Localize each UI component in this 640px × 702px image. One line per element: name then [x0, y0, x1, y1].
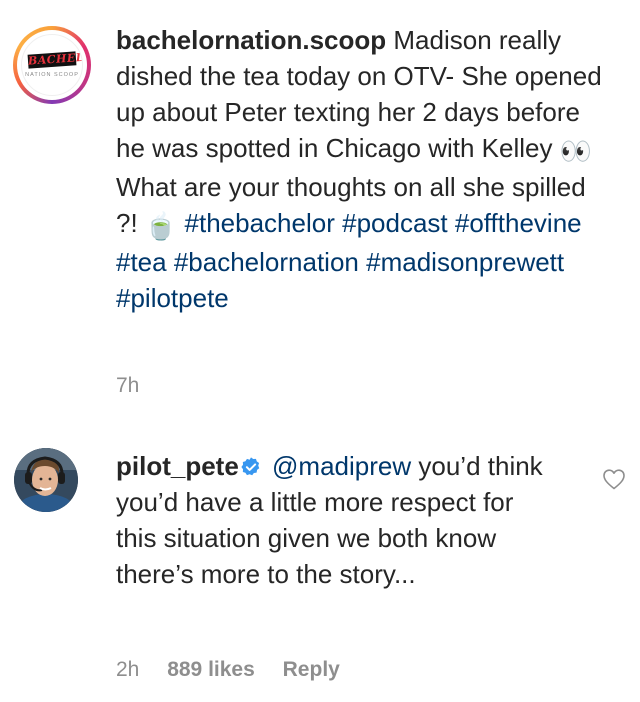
- reply-comment: pilot_pete @madiprew you’d think you’d h…: [0, 446, 640, 696]
- verified-badge-icon: [241, 457, 260, 476]
- reply-meta: 2h 889 likes Reply: [116, 658, 362, 682]
- reply-timestamp[interactable]: 2h: [116, 658, 139, 681]
- hashtag-tea[interactable]: #tea: [116, 247, 167, 277]
- reply-likes[interactable]: 889 likes: [167, 658, 255, 681]
- hashtag-podcast[interactable]: #podcast: [342, 208, 448, 238]
- bachelor-nation-logo: BACHELOR NATION SCOOP: [21, 34, 83, 96]
- pilot-pete-photo: [14, 448, 78, 512]
- logo-main-text: BACHELOR: [27, 49, 83, 69]
- caption-avatar[interactable]: BACHELOR NATION SCOOP: [13, 26, 91, 104]
- hashtag-pilotpete[interactable]: #pilotpete: [116, 283, 229, 313]
- reply-text: pilot_pete @madiprew you’d think you’d h…: [116, 448, 560, 592]
- hashtag-madisonprewett[interactable]: #madisonprewett: [366, 247, 564, 277]
- heart-outline-icon[interactable]: [602, 468, 626, 490]
- caption-text: bachelornation.scoop Madison really dish…: [116, 22, 610, 316]
- pilot-pete-avatar[interactable]: [14, 448, 78, 512]
- caption-username[interactable]: bachelornation.scoop: [116, 25, 386, 55]
- logo-sub-text: NATION SCOOP: [25, 72, 79, 78]
- reply-button[interactable]: Reply: [283, 658, 340, 681]
- hashtag-thebachelor[interactable]: #thebachelor: [185, 208, 335, 238]
- eyes-emoji-icon: 👀: [559, 136, 593, 166]
- hashtag-offthevine[interactable]: #offthevine: [455, 208, 582, 238]
- tea-emoji-icon: 🍵: [144, 211, 178, 241]
- reply-username[interactable]: pilot_pete: [116, 451, 239, 481]
- caption-comment: BACHELOR NATION SCOOP bachelornation.sco…: [0, 14, 640, 414]
- hashtag-bachelornation[interactable]: #bachelornation: [174, 247, 359, 277]
- caption-timestamp[interactable]: 7h: [116, 374, 139, 397]
- caption-meta: 7h: [116, 374, 161, 398]
- mention-madiprew[interactable]: @madiprew: [272, 451, 411, 481]
